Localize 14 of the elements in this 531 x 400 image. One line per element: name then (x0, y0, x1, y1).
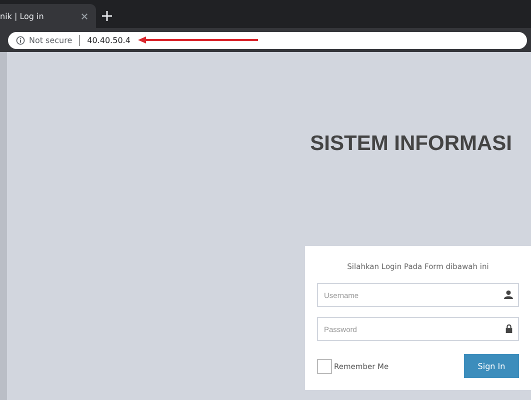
url-text: 40.40.50.4 (87, 36, 130, 44)
remember-checkbox[interactable] (317, 358, 332, 374)
page-title: SISTEM INFORMASI (310, 132, 512, 156)
lock-icon (505, 324, 513, 333)
browser-tab[interactable]: nik | Log in (0, 4, 96, 28)
new-tab-icon[interactable] (102, 11, 112, 21)
arrow-icon (138, 36, 258, 44)
close-icon[interactable] (81, 12, 88, 20)
address-bar[interactable]: Not secure 40.40.50.4 (8, 32, 527, 48)
user-icon (504, 290, 513, 299)
info-icon[interactable] (16, 36, 25, 44)
security-label: Not secure (29, 36, 72, 44)
sign-in-button[interactable]: Sign In (464, 354, 519, 378)
tab-title: nik | Log in (0, 12, 44, 20)
